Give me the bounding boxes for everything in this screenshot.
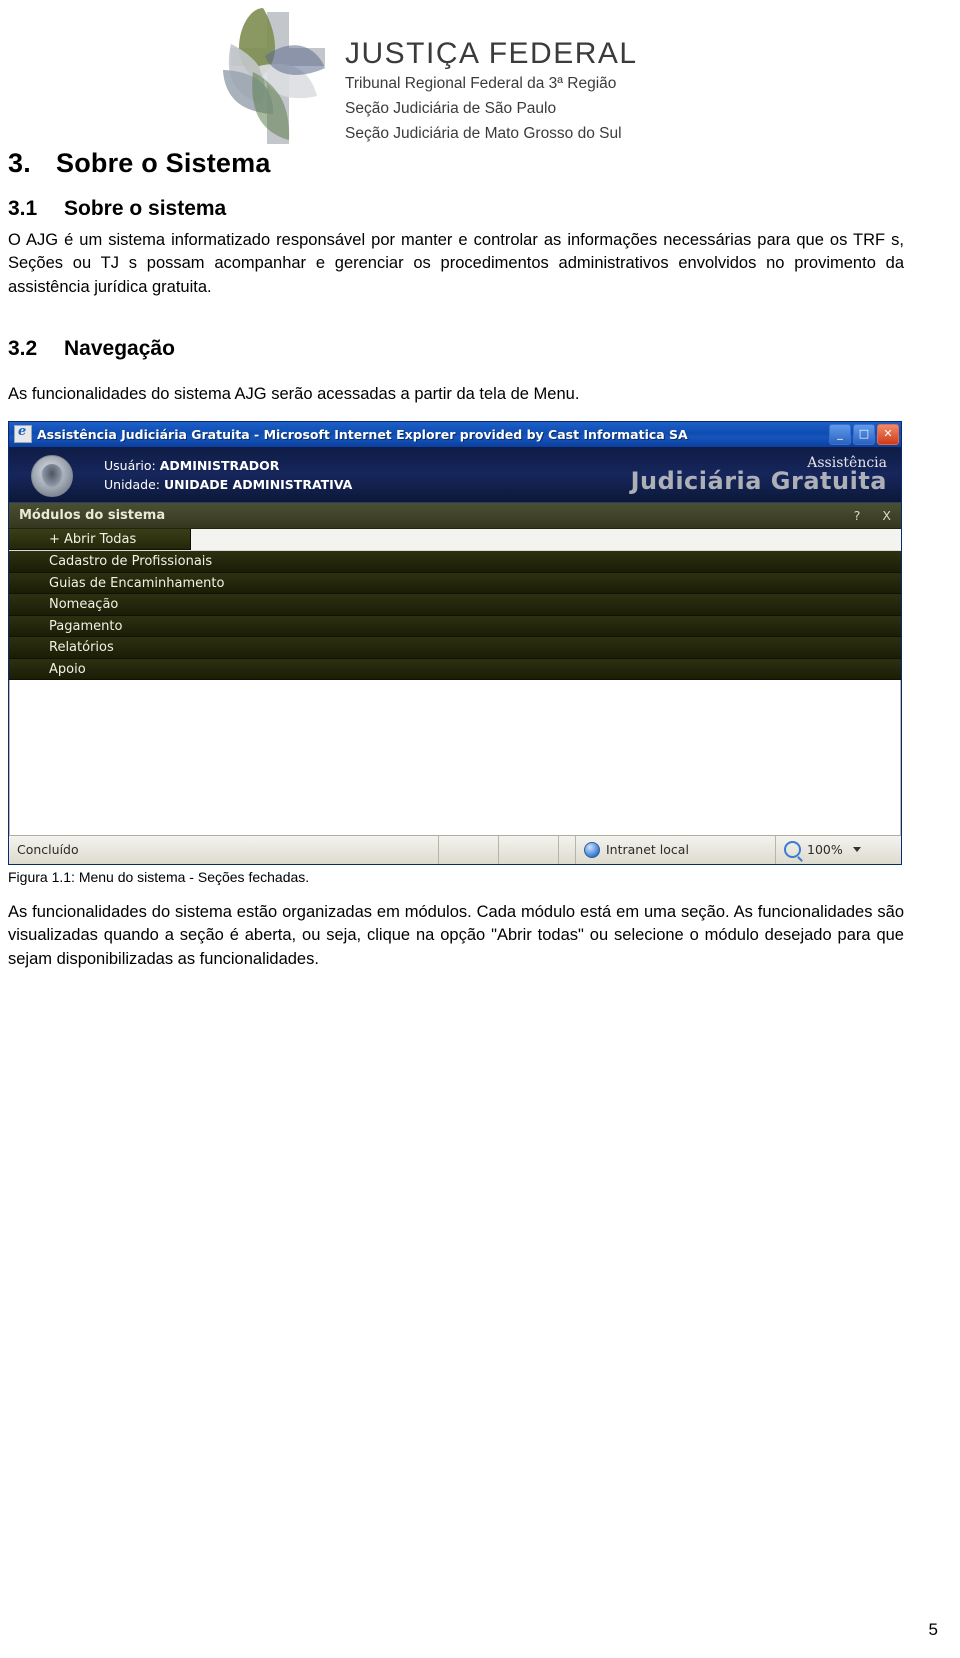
window-controls: _ □ ✕ bbox=[829, 423, 899, 445]
browser-status-bar: Concluído Intranet local 100% bbox=[9, 834, 901, 864]
subsection-title-3-1: Sobre o sistema bbox=[64, 197, 227, 220]
chevron-down-icon[interactable] bbox=[852, 847, 861, 853]
minimize-button[interactable]: _ bbox=[829, 423, 851, 445]
status-text: Concluído bbox=[9, 835, 439, 864]
browser-title-bar: Assistência Judiciária Gratuita - Micros… bbox=[9, 421, 901, 447]
close-button[interactable]: ✕ bbox=[877, 423, 899, 445]
organization-text: JUSTIÇA FEDERAL Tribunal Regional Federa… bbox=[345, 38, 725, 146]
user-value: ADMINISTRADOR bbox=[159, 457, 280, 473]
security-zone-label: Intranet local bbox=[606, 842, 689, 858]
menu-empty-panel bbox=[9, 680, 901, 835]
menu-row-abrir-todas: + Abrir Todas bbox=[9, 528, 901, 552]
menu-item-abrir-todas[interactable]: + Abrir Todas bbox=[9, 528, 191, 551]
subsection-heading-3-1: 3.1 Sobre o sistema bbox=[8, 197, 904, 221]
subsection-number-3-2: 3.2 bbox=[8, 337, 38, 361]
user-label: Usuário: bbox=[104, 457, 156, 473]
document-header-logo: JUSTIÇA FEDERAL Tribunal Regional Federa… bbox=[205, 8, 725, 153]
page-number: 5 bbox=[928, 1620, 938, 1639]
menu-content-area: + Abrir Todas Cadastro de Profissionais … bbox=[9, 528, 901, 835]
menu-item-cadastro-de-profissionais[interactable]: Cadastro de Profissionais bbox=[9, 551, 901, 573]
document-body: 3. Sobre o Sistema 3.1 Sobre o sistema O A… bbox=[8, 148, 904, 977]
help-icon[interactable]: ? bbox=[854, 508, 861, 523]
user-row: Usuário: ADMINISTRADOR bbox=[104, 456, 352, 475]
status-cell-blank-2 bbox=[499, 835, 559, 864]
subsection-number-3-1: 3.1 bbox=[8, 197, 38, 220]
modules-bar-actions: ? X bbox=[854, 508, 891, 523]
unit-label: Unidade: bbox=[104, 477, 160, 493]
unit-value: UNIDADE ADMINISTRATIVA bbox=[163, 477, 353, 493]
app-brand-line-2: Judiciária Gratuita bbox=[630, 466, 887, 495]
org-title: JUSTIÇA FEDERAL bbox=[345, 37, 638, 70]
modules-menu-list: + Abrir Todas Cadastro de Profissionais … bbox=[9, 528, 901, 681]
zoom-icon bbox=[784, 841, 801, 859]
app-banner: Usuário: ADMINISTRADOR Unidade: UNIDADE … bbox=[9, 446, 901, 503]
page-title: 3. Sobre o Sistema bbox=[8, 148, 904, 179]
menu-item-guias-de-encaminhamento[interactable]: Guias de Encaminhamento bbox=[9, 572, 901, 595]
org-line-3: Seção Judiciária de Mato Grosso do Sul bbox=[345, 125, 622, 143]
session-info: Usuário: ADMINISTRADOR Unidade: UNIDADE … bbox=[104, 456, 352, 495]
section-number: 3. bbox=[8, 148, 31, 178]
menu-item-nomeacao[interactable]: Nomeação bbox=[9, 594, 901, 616]
unit-row: Unidade: UNIDADE ADMINISTRATIVA bbox=[104, 475, 352, 494]
internet-explorer-icon bbox=[14, 424, 32, 444]
status-cell-blank-3 bbox=[559, 835, 576, 864]
figure-menu-screenshot: Assistência Judiciária Gratuita - Micros… bbox=[8, 420, 902, 865]
security-zone[interactable]: Intranet local bbox=[576, 835, 776, 864]
justica-federal-cross-logo bbox=[205, 8, 335, 148]
menu-item-pagamento[interactable]: Pagamento bbox=[9, 615, 901, 638]
menu-item-apoio[interactable]: Apoio bbox=[9, 658, 901, 681]
app-brand: Assistência Judiciária Gratuita bbox=[631, 455, 887, 495]
browser-window-title: Assistência Judiciária Gratuita - Micros… bbox=[37, 426, 688, 442]
paragraph-modules-explanation: As funcionalidades do sistema estão orga… bbox=[8, 902, 904, 968]
section-title-text: Sobre o Sistema bbox=[56, 148, 271, 178]
figure-caption: Figura 1.1: Menu do sistema - Seções fec… bbox=[8, 868, 310, 885]
org-line-1: Tribunal Regional Federal da 3ª Região bbox=[345, 74, 617, 92]
modules-bar-label: Módulos do sistema bbox=[19, 507, 166, 523]
zoom-level-label: 100% bbox=[807, 842, 843, 858]
org-line-2: Seção Judiciária de São Paulo bbox=[345, 99, 557, 117]
subsection-heading-3-2: 3.2 Navegação bbox=[8, 337, 904, 361]
maximize-button[interactable]: □ bbox=[853, 423, 875, 445]
close-panel-icon[interactable]: X bbox=[882, 508, 891, 523]
brasao-republica-icon bbox=[31, 454, 73, 497]
status-cell-blank-1 bbox=[439, 835, 499, 864]
modules-bar: Módulos do sistema ? X bbox=[9, 502, 901, 529]
zoom-control[interactable]: 100% bbox=[776, 836, 921, 864]
menu-item-relatorios[interactable]: Relatórios bbox=[9, 637, 901, 659]
subsection-title-3-2: Navegação bbox=[64, 337, 175, 361]
paragraph-about-system: O AJG é um sistema informatizado respons… bbox=[8, 231, 904, 296]
globe-icon bbox=[584, 841, 600, 858]
paragraph-navigation: As funcionalidades do sistema AJG serão … bbox=[8, 385, 580, 404]
